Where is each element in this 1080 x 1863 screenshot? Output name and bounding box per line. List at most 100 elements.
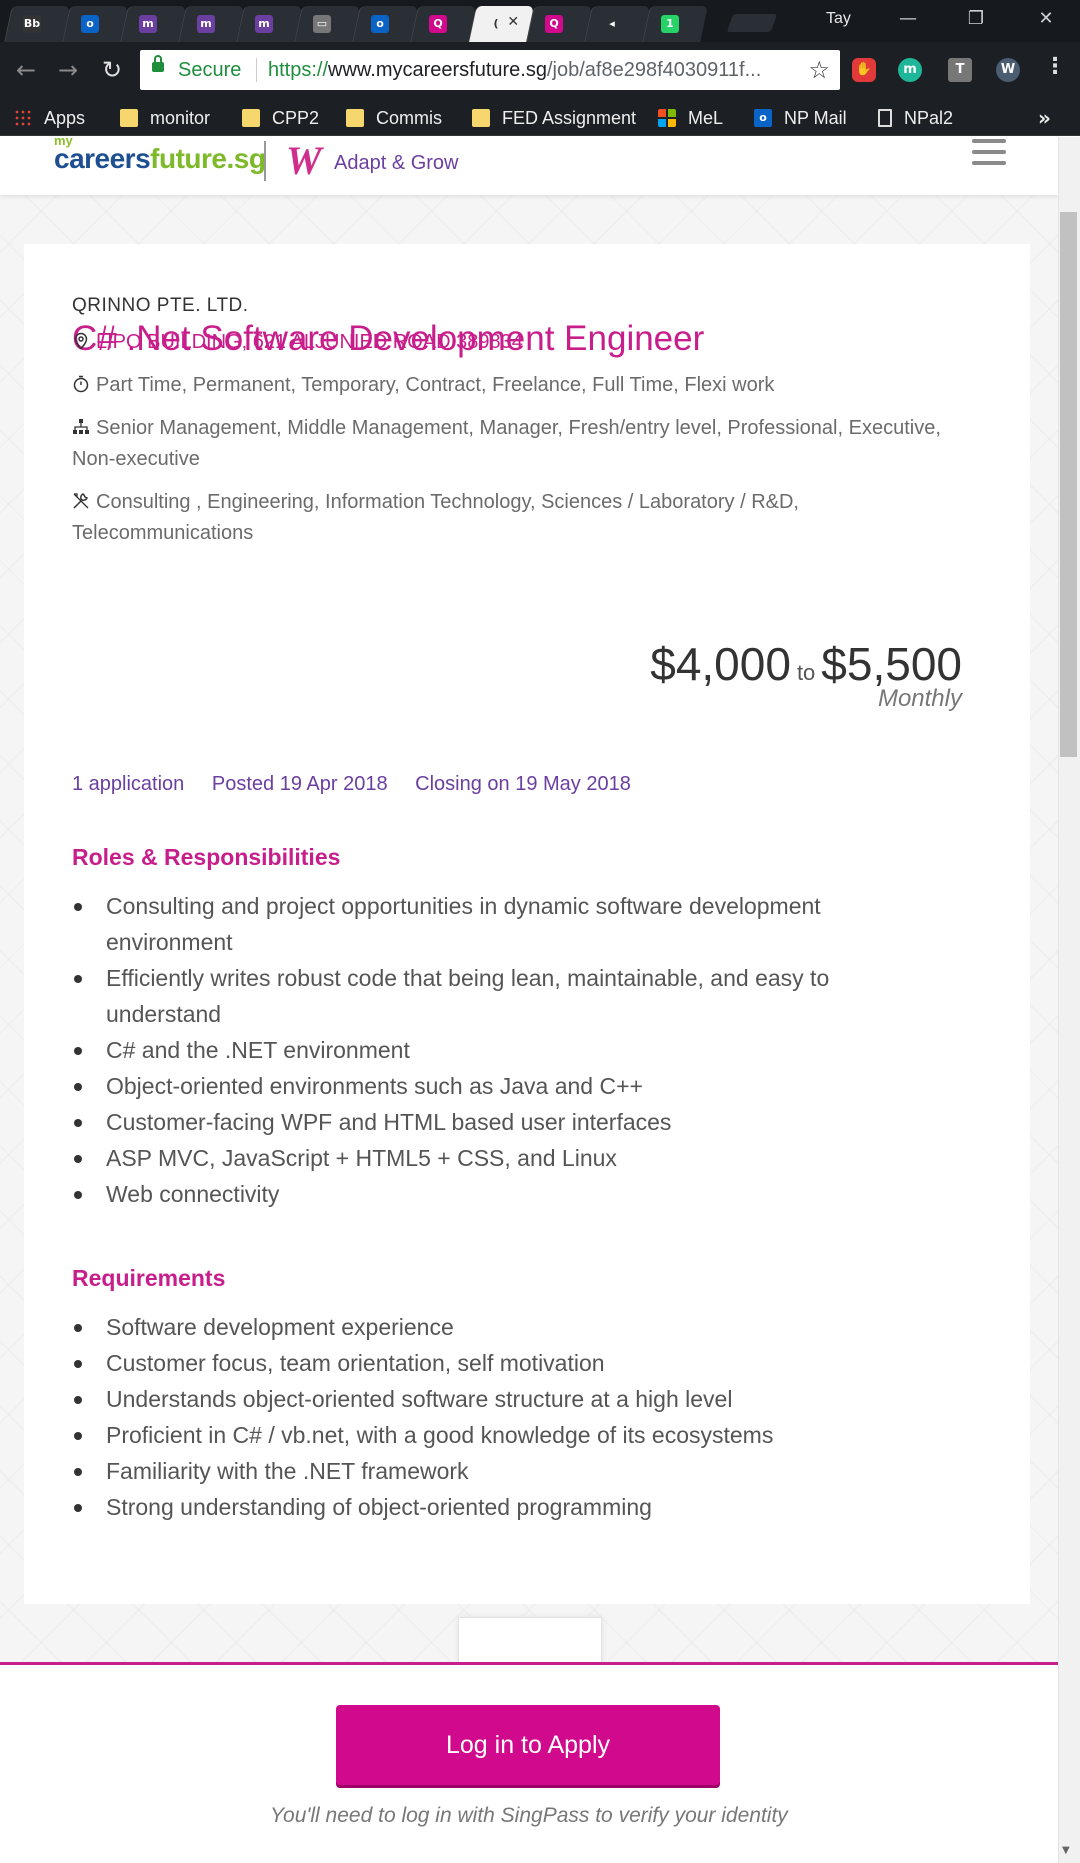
employment-type: Part Time, Permanent, Temporary, Contrac… — [72, 370, 942, 401]
new-tab-button[interactable] — [726, 14, 778, 32]
outlook-icon: o — [371, 15, 389, 33]
mercury-extension-icon[interactable]: m — [898, 58, 922, 82]
text-extension-icon[interactable]: T — [948, 58, 972, 82]
close-tab-icon[interactable]: ✕ — [507, 14, 519, 30]
moodle-icon: m — [197, 15, 215, 33]
browser-tab[interactable]: Q — [410, 6, 476, 42]
roles-heading: Roles & Responsibilities — [72, 844, 341, 870]
folder-icon — [472, 109, 490, 127]
requirements-heading: Requirements — [72, 1265, 226, 1291]
browser-tab[interactable]: Bb — [4, 6, 70, 42]
list-item: Proficient in C# / vb.net, with a good k… — [72, 1417, 932, 1453]
lock-icon — [152, 55, 164, 72]
browser-tab[interactable]: (✕ — [468, 6, 534, 42]
adapt-and-grow-label: Adapt & Grow — [334, 152, 459, 174]
singpass-note: You'll need to log in with SingPass to v… — [270, 1804, 788, 1827]
logo-divider — [264, 141, 266, 181]
browser-tab[interactable]: m — [120, 6, 186, 42]
address-bar[interactable]: Secure https://www.mycareersfuture.sg/jo… — [140, 50, 840, 90]
requirements-list: Software development experience Customer… — [72, 1309, 932, 1525]
outlook-icon: o — [754, 109, 772, 127]
browser-tab[interactable]: ◂ — [584, 6, 650, 42]
job-location: LIPO BUILDING, 621 ALJUNIED ROAD 389834 — [72, 327, 942, 358]
outlook-icon: o — [81, 15, 99, 33]
browser-tab[interactable]: o — [62, 6, 128, 42]
folder-icon — [242, 109, 260, 127]
bookmark-npal2[interactable]: NPal2 — [878, 106, 953, 130]
bookmark-commis[interactable]: Commis — [346, 106, 442, 130]
posted-date: Posted 19 Apr 2018 — [211, 773, 388, 795]
hamburger-menu-icon[interactable] — [972, 139, 1006, 169]
blackboard-icon: Bb — [23, 15, 41, 33]
page-viewport: my careersfuture.sg W Adapt & Grow QRINN… — [0, 137, 1058, 1863]
wappalyzer-extension-icon[interactable]: W — [996, 58, 1020, 82]
browser-tab[interactable]: ▭ — [294, 6, 360, 42]
salary-to: to — [796, 660, 816, 685]
url-text[interactable]: https://www.mycareersfuture.sg/job/af8e2… — [268, 59, 798, 82]
site-header: my careersfuture.sg W Adapt & Grow — [0, 137, 1058, 195]
list-item: Customer focus, team orientation, self m… — [72, 1345, 932, 1381]
browser-tab[interactable]: o — [352, 6, 418, 42]
whatsapp-icon: 1 — [661, 15, 679, 33]
list-item: Object-oriented environments such as Jav… — [72, 1068, 932, 1104]
apply-footer: Log in to Apply You'll need to log in wi… — [0, 1662, 1058, 1863]
audio-icon: ◂ — [603, 15, 621, 33]
list-item: Consulting and project opportunities in … — [72, 888, 932, 960]
close-window-icon[interactable]: ✕ — [1026, 6, 1066, 32]
moodle-icon: m — [255, 15, 273, 33]
list-item: Understands object-oriented software str… — [72, 1381, 932, 1417]
browser-tab-strip: Bb o m m m ▭ o Q(✕ Q ◂ 1 Tay — ❐ ✕ — [0, 0, 1080, 42]
reload-icon[interactable]: ↻ — [96, 54, 128, 86]
restore-icon[interactable]: ❐ — [956, 6, 996, 32]
bookmark-fed-assignment[interactable]: FED Assignment — [472, 106, 636, 130]
folder-icon — [346, 109, 364, 127]
microsoft-icon — [658, 109, 676, 127]
profile-name[interactable]: Tay — [826, 10, 851, 28]
location-pin-icon — [74, 332, 88, 350]
browser-tab[interactable]: m — [178, 6, 244, 42]
mycareersfuture-logo[interactable]: careersfuture.sg — [54, 143, 266, 175]
list-item: Familiarity with the .NET framework — [72, 1453, 932, 1489]
bookmark-monitor[interactable]: monitor — [120, 106, 210, 130]
stopwatch-icon — [73, 375, 89, 393]
bookmark-mel[interactable]: MeL — [658, 106, 723, 130]
tools-icon — [73, 493, 89, 509]
list-item: Strong understanding of object-oriented … — [72, 1489, 932, 1525]
list-item: Web connectivity — [72, 1176, 932, 1212]
scroll-down-arrow-icon[interactable]: ▼ — [1062, 1845, 1070, 1856]
list-item: C# and the .NET environment — [72, 1032, 932, 1068]
browser-tab[interactable]: Q — [526, 6, 592, 42]
log-in-to-apply-button[interactable]: Log in to Apply — [336, 1705, 720, 1785]
minimize-icon[interactable]: — — [888, 6, 928, 32]
adblock-extension-icon[interactable]: ✋ — [852, 58, 876, 82]
bookmark-apps[interactable]: Apps — [14, 106, 85, 130]
bookmark-cpp2[interactable]: CPP2 — [242, 106, 319, 130]
bookmark-star-icon[interactable]: ☆ — [808, 56, 830, 84]
forward-icon[interactable]: → — [52, 54, 84, 86]
scrollbar-thumb[interactable] — [1060, 212, 1077, 757]
search-icon: Q — [429, 15, 447, 33]
job-category: Consulting , Engineering, Information Te… — [72, 491, 799, 544]
browser-menu-icon[interactable]: ⋮ — [1044, 54, 1066, 79]
loading-icon: ( — [487, 15, 505, 33]
list-item: Customer-facing WPF and HTML based user … — [72, 1104, 932, 1140]
bookmark-np-mail[interactable]: o NP Mail — [754, 106, 847, 130]
list-item: ASP MVC, JavaScript + HTML5 + CSS, and L… — [72, 1140, 932, 1176]
list-item: Efficiently writes robust code that bein… — [72, 960, 932, 1032]
moodle-icon: m — [139, 15, 157, 33]
closing-date: Closing on 19 May 2018 — [415, 773, 631, 795]
seniority-levels: Senior Management, Middle Management, Ma… — [72, 417, 941, 470]
application-count: 1 application — [72, 773, 185, 795]
browser-tab[interactable]: 1 — [642, 6, 708, 42]
browser-toolbar: ← → ↻ Secure https://www.mycareersfuture… — [0, 42, 1080, 100]
hierarchy-icon — [73, 419, 89, 434]
salary-min: $4,000 — [650, 638, 791, 690]
document-icon — [878, 109, 892, 127]
file-icon: ▭ — [313, 15, 331, 33]
roles-list: Consulting and project opportunities in … — [72, 888, 932, 1212]
job-stats: 1 application Posted 19 Apr 2018 Closing… — [72, 773, 653, 796]
bookmarks-overflow-icon[interactable]: » — [1038, 106, 1051, 130]
browser-tab[interactable]: m — [236, 6, 302, 42]
back-icon[interactable]: ← — [10, 54, 42, 86]
salary-max: $5,500 — [821, 638, 962, 690]
